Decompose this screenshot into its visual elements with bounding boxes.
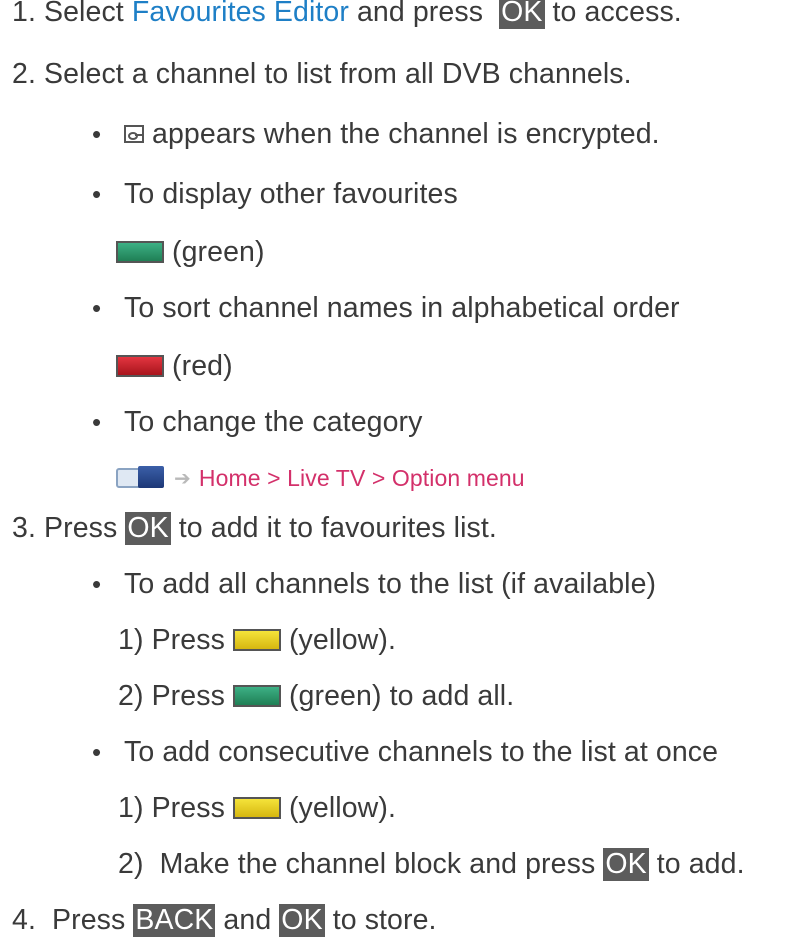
substep-text: (yellow).: [280, 791, 396, 824]
yellow-button-icon: [232, 797, 281, 819]
step-4: 4. Press BACK and OK to store.: [12, 898, 795, 942]
substep-number: 1): [118, 623, 144, 656]
step-text: Press: [52, 903, 134, 936]
bullet-sort: • To sort channel names in alphabetical …: [92, 286, 795, 330]
bullet-dot: •: [92, 178, 102, 209]
green-key-line: (green): [116, 230, 795, 274]
substep-text: Press: [151, 623, 233, 656]
substep-text: (green) to add all.: [280, 679, 515, 712]
step-number: 1.: [12, 0, 36, 28]
step-text: Select a channel to list from all DVB ch…: [44, 57, 632, 90]
substep-text: (yellow).: [280, 623, 396, 656]
step-number: 2.: [12, 57, 36, 90]
bullet-category: • To change the category: [92, 400, 795, 444]
step-3: 3. Press OK to add it to favourites list…: [12, 506, 795, 550]
red-key-line: (red): [116, 344, 795, 388]
back-key: BACK: [133, 903, 216, 937]
step-2: 2. Select a channel to list from all DVB…: [12, 52, 795, 96]
step-1: 1. Select Favourites Editor and press OK…: [12, 0, 795, 34]
red-label: (red): [164, 349, 233, 382]
step-text: to add it to favourites list.: [170, 511, 497, 544]
substep-text: to add.: [648, 847, 745, 880]
substep-number: 1): [118, 791, 144, 824]
step-text: and press: [348, 0, 492, 28]
step-number: 3.: [12, 511, 36, 544]
substep-a2: 2) Press (green) to add all.: [118, 674, 795, 718]
green-button-icon: [232, 685, 281, 707]
ok-key: OK: [499, 0, 545, 29]
encrypted-lock-icon: [124, 125, 144, 143]
bullet-dot: •: [92, 736, 102, 767]
bullet-text: To add all channels to the list (if avai…: [124, 567, 657, 600]
bullet-text: To change the category: [124, 405, 423, 438]
bullet-encrypted: • appears when the channel is encrypted.: [92, 112, 795, 156]
substep-number: 2): [118, 847, 144, 880]
bullet-other-favourites: • To display other favourites: [92, 172, 795, 216]
step-text: to store.: [324, 903, 437, 936]
arrow-right-icon: ➔: [174, 467, 191, 490]
bullet-add-all: • To add all channels to the list (if av…: [92, 562, 795, 606]
bullet-dot: •: [92, 568, 102, 599]
bullet-dot: •: [92, 406, 102, 437]
step-text: Press: [44, 511, 126, 544]
bullet-text: To add consecutive channels to the list …: [124, 735, 719, 768]
step-text: Select: [44, 0, 124, 28]
bullet-text: appears when the channel is encrypted.: [152, 117, 660, 150]
green-button-icon: [116, 241, 164, 263]
bullet-text: To display other favourites: [124, 177, 458, 210]
substep-b2: 2) Make the channel block and press OK t…: [118, 842, 795, 886]
bullet-dot: •: [92, 118, 102, 149]
red-button-icon: [116, 355, 164, 377]
substep-b1: 1) Press (yellow).: [118, 786, 795, 830]
ok-key: OK: [603, 847, 649, 881]
substep-a1: 1) Press (yellow).: [118, 618, 795, 662]
favourites-editor-link[interactable]: Favourites Editor: [132, 0, 349, 29]
bullet-dot: •: [92, 292, 102, 323]
ok-key: OK: [125, 511, 171, 545]
step-number: 4.: [12, 903, 36, 936]
ok-key: OK: [279, 903, 325, 937]
substep-text: Make the channel block and press: [159, 847, 604, 880]
substep-text: Press: [151, 791, 233, 824]
nav-path-line: ➔ Home > Live TV > Option menu: [116, 456, 795, 500]
substep-text: Press: [151, 679, 233, 712]
step-text: to access.: [544, 0, 682, 28]
step-text: and: [215, 903, 280, 936]
yellow-button-icon: [232, 629, 281, 651]
home-nav-icon: [116, 466, 166, 490]
option-menu-link[interactable]: Home > Live TV > Option menu: [199, 465, 525, 492]
bullet-add-consecutive: • To add consecutive channels to the lis…: [92, 730, 795, 774]
green-label: (green): [164, 235, 265, 268]
substep-number: 2): [118, 679, 144, 712]
bullet-text: To sort channel names in alphabetical or…: [124, 291, 680, 324]
